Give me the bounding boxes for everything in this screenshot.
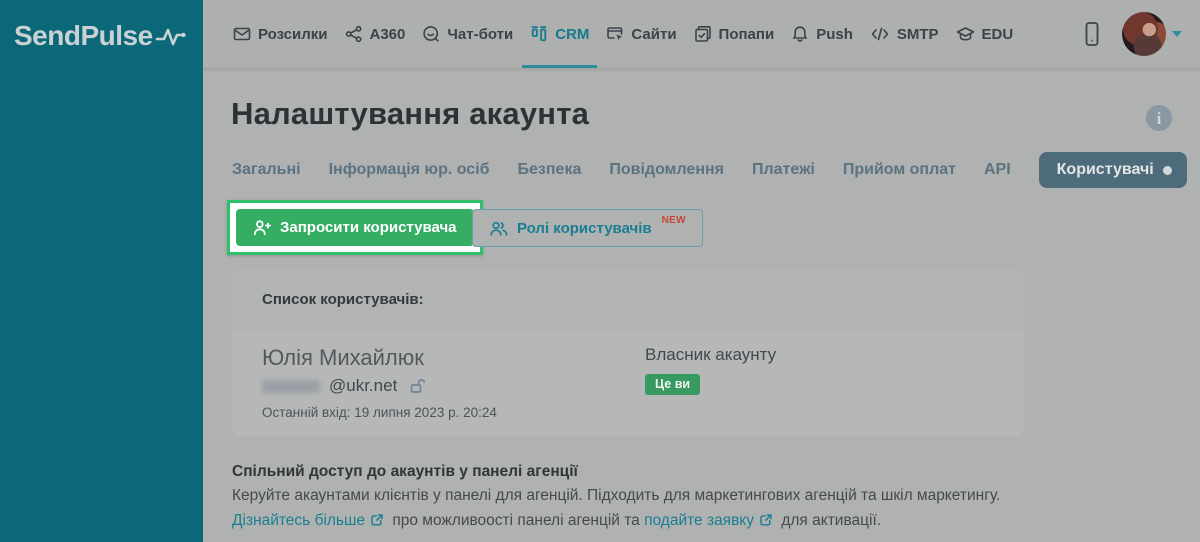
- user-name: Юлія Михайлюк: [262, 345, 424, 370]
- mobile-icon[interactable]: [1084, 21, 1100, 47]
- bell-icon: [791, 25, 809, 43]
- page-title: Налаштування акаунта: [231, 96, 590, 131]
- nav-item-popups[interactable]: Попапи: [694, 0, 775, 68]
- tab-notifications[interactable]: Повідомлення: [609, 161, 724, 179]
- nav-label: Push: [816, 25, 853, 43]
- nav-item-smtp[interactable]: SMTP: [870, 0, 939, 68]
- user-role: Власник акаунту: [645, 345, 777, 364]
- code-icon: [870, 25, 890, 43]
- agency-title: Спільний доступ до акаунтів у панелі аге…: [232, 463, 578, 480]
- user-roles-label: Ролі користувачів: [517, 219, 652, 237]
- agency-description: Керуйте акаунтами клієнтів у панелі для …: [232, 487, 1001, 505]
- user-role-column: Власник акаунту Це ви: [645, 345, 776, 422]
- email-domain: @ukr.net: [329, 376, 398, 396]
- learn-more-link[interactable]: Дізнайтесь більше: [232, 512, 365, 529]
- chat-icon: [422, 25, 440, 43]
- last-login: Останній вхід: 19 липня 2023 р. 20:24: [262, 405, 497, 421]
- user-list-card: Список користувачів: Юлія Михайлюк @ukr.…: [232, 268, 1024, 437]
- avatar: [1122, 12, 1166, 56]
- sendpulse-logo[interactable]: SendPulse: [0, 0, 203, 52]
- highlight-annotation-frame: Запросити користувача: [227, 200, 483, 255]
- agency-links-line: Дізнайтесь більше про можливоості панелі…: [232, 509, 1192, 533]
- share-nodes-icon: [345, 25, 363, 43]
- nav-item-sites[interactable]: Сайти: [606, 0, 677, 68]
- nav-label: Попапи: [718, 25, 775, 43]
- nav-label: SMTP: [896, 25, 939, 43]
- agency-end-text: для активації.: [777, 511, 882, 529]
- nav-label: EDU: [981, 25, 1014, 43]
- settings-tabs: Загальні Інформація юр. осіб Безпека Пов…: [232, 150, 1187, 190]
- user-roles-button[interactable]: Ролі користувачів NEW: [472, 209, 703, 247]
- masked-email-segment: [262, 379, 320, 393]
- invite-user-label: Запросити користувача: [280, 219, 457, 236]
- tab-label: Користувачі: [1056, 161, 1154, 178]
- tab-accept-payments[interactable]: Прийом оплат: [843, 161, 956, 179]
- new-badge: NEW: [661, 214, 686, 226]
- nav-item-crm[interactable]: CRM: [522, 0, 598, 68]
- user-list-header: Список користувачів:: [232, 268, 1024, 330]
- tab-payments[interactable]: Платежі: [752, 161, 815, 179]
- nav-label: Сайти: [631, 25, 677, 43]
- nav-item-edu[interactable]: EDU: [956, 0, 1014, 68]
- tab-general[interactable]: Загальні: [232, 161, 301, 179]
- external-link-icon: [759, 513, 773, 527]
- tab-security[interactable]: Безпека: [518, 161, 582, 179]
- user-email-row: @ukr.net: [262, 376, 645, 396]
- users-icon: [489, 220, 508, 237]
- user-plus-icon: [253, 219, 271, 236]
- logo-text: SendPulse: [14, 20, 153, 51]
- tab-users-selected[interactable]: Користувачі: [1038, 152, 1187, 188]
- nav-label: A360: [369, 25, 406, 43]
- navbar-right-cluster: [1084, 0, 1182, 68]
- unlock-icon: [409, 378, 426, 394]
- nav-item-chatbots[interactable]: Чат-боти: [422, 0, 513, 68]
- graduation-cap-icon: [956, 25, 975, 43]
- top-navbar: Розсилки A360 Чат-боти CRM Сайти Попапи …: [203, 0, 1200, 68]
- browser-cursor-icon: [606, 25, 624, 43]
- nav-label: CRM: [555, 25, 590, 43]
- active-tab-dot-icon: [1162, 165, 1172, 175]
- user-info-column: Юлія Михайлюк @ukr.net Останній вхід: 19…: [262, 345, 645, 422]
- popup-check-icon: [694, 25, 712, 43]
- external-link-icon: [370, 513, 384, 527]
- kanban-icon: [530, 25, 548, 43]
- info-icon[interactable]: [1146, 105, 1172, 131]
- account-menu[interactable]: [1122, 12, 1182, 56]
- nav-label: Чат-боти: [447, 25, 514, 43]
- user-list-title: Список користувачів:: [262, 290, 424, 308]
- submit-application-link[interactable]: подайте заявку: [644, 512, 754, 529]
- nav-item-mailings[interactable]: Розсилки: [233, 0, 328, 68]
- tab-api[interactable]: API: [984, 161, 1011, 179]
- chevron-down-icon: [1172, 31, 1182, 37]
- its-you-badge: Це ви: [645, 374, 701, 395]
- user-row: Юлія Михайлюк @ukr.net Останній вхід: 19…: [232, 330, 1024, 437]
- invite-user-button[interactable]: Запросити користувача: [236, 209, 474, 246]
- agency-middle-text: про можливоості панелі агенцій та: [388, 511, 645, 529]
- nav-item-push[interactable]: Push: [791, 0, 853, 68]
- nav-label: Розсилки: [258, 25, 328, 43]
- sidebar: SendPulse: [0, 0, 203, 542]
- agency-access-section: Спільний доступ до акаунтів у панелі аге…: [232, 460, 1192, 533]
- nav-item-a360[interactable]: A360: [345, 0, 406, 68]
- pulse-icon: [155, 23, 193, 49]
- envelope-icon: [233, 25, 251, 43]
- tab-legal-info[interactable]: Інформація юр. осіб: [329, 161, 490, 179]
